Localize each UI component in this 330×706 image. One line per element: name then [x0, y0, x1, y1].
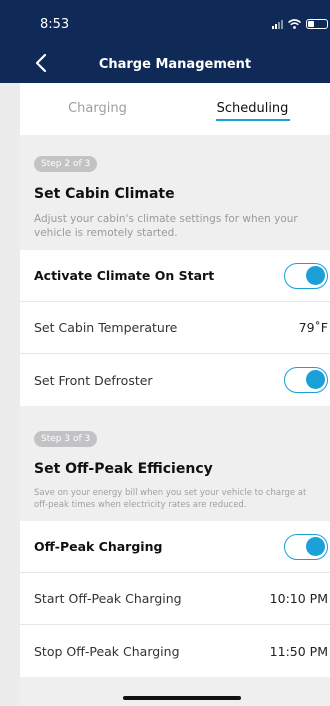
off-peak-charging-toggle[interactable]: [284, 533, 328, 560]
toggle-knob: [306, 265, 325, 285]
start-time-value: 10:10 PM: [269, 591, 328, 606]
stop-time-value: 11:50 PM: [269, 643, 328, 659]
settings-row[interactable]: Start Off-Peak Charging 10:10 PM: [20, 573, 330, 625]
status-bar: 8:53: [20, 0, 330, 44]
status-icons: [272, 19, 328, 29]
tab-charging-label: Charging: [68, 101, 127, 116]
cabin-temperature-value: 79˚F: [298, 320, 328, 335]
section-title: Set Off-Peak Efficiency: [34, 461, 213, 477]
tab-charging[interactable]: Charging: [20, 83, 175, 135]
section-description: Save on your energy bill when you set yo…: [34, 488, 307, 510]
settings-row: Off-Peak Charging: [20, 521, 330, 573]
cellular-signal-icon: [272, 19, 283, 29]
home-indicator[interactable]: [123, 696, 241, 700]
step-badge: Step 2 of 3: [34, 156, 98, 172]
cabin-climate-settings: Activate Climate On Start Set Cabin Temp…: [20, 250, 330, 406]
adjacent-screen-edge: [0, 0, 20, 706]
tab-scheduling-label: Scheduling: [216, 101, 289, 116]
row-label: Set Front Defroster: [34, 372, 153, 388]
front-defroster-toggle[interactable]: [284, 367, 328, 393]
settings-row[interactable]: Stop Off-Peak Charging 11:50 PM: [20, 625, 330, 677]
nav-bar: Charge Management: [20, 44, 330, 83]
off-peak-section-header: Step 3 of 3 Set Off-Peak Efficiency Save…: [20, 406, 330, 521]
tab-scheduling[interactable]: Scheduling: [175, 83, 330, 135]
section-title: Set Cabin Climate: [34, 186, 175, 202]
tab-bar: Charging Scheduling: [20, 83, 330, 135]
section-description: Adjust your cabin's climate settings for…: [34, 213, 298, 239]
settings-row: Activate Climate On Start: [20, 250, 330, 302]
battery-icon: [306, 19, 328, 29]
step-badge: Step 3 of 3: [34, 431, 98, 447]
off-peak-settings: Off-Peak Charging Start Off-Peak Chargin…: [20, 521, 330, 677]
toggle-knob: [306, 370, 325, 389]
active-tab-underline: [215, 119, 290, 121]
settings-row[interactable]: Set Cabin Temperature 79˚F: [20, 302, 330, 354]
row-label: Activate Climate On Start: [34, 268, 215, 283]
row-label: Stop Off-Peak Charging: [34, 643, 180, 659]
adjacent-screen-header: [0, 0, 20, 83]
wifi-icon: [288, 19, 301, 29]
page-title: Charge Management: [98, 57, 252, 72]
status-time: 8:53: [40, 17, 70, 32]
phone-screen: 8:53 Charge Management Charging Scheduli…: [20, 0, 330, 706]
settings-row: Set Front Defroster: [20, 354, 330, 406]
row-label: Off-Peak Charging: [34, 539, 163, 554]
cabin-climate-section-header: Step 2 of 3 Set Cabin Climate Adjust you…: [20, 135, 330, 250]
toggle-knob: [306, 536, 325, 556]
activate-climate-toggle[interactable]: [284, 262, 328, 289]
row-label: Set Cabin Temperature: [34, 320, 178, 335]
row-label: Start Off-Peak Charging: [34, 591, 182, 606]
